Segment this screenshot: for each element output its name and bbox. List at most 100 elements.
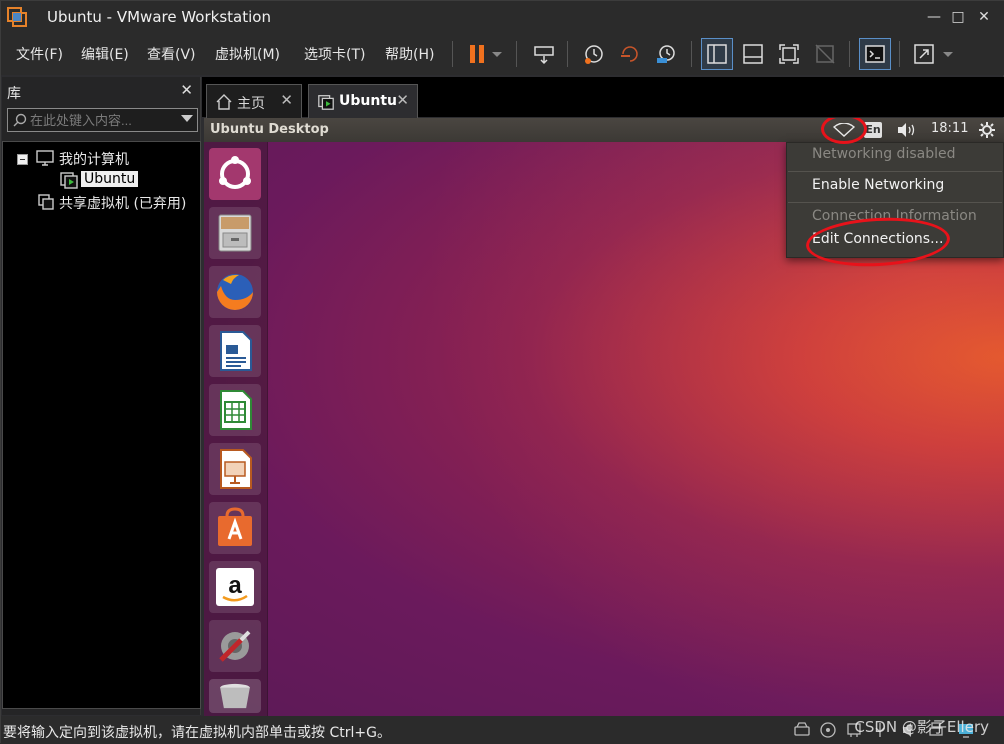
svg-text:a: a bbox=[228, 572, 242, 599]
toolbar-separator bbox=[849, 41, 850, 67]
system-settings-icon bbox=[219, 630, 251, 662]
library-panel: 库 ✕ 我的计算机 Ubuntu 共享虚拟机 (已弃用) bbox=[2, 77, 201, 715]
clock[interactable]: 18:11 bbox=[931, 121, 968, 139]
tab-home-close-icon[interactable]: ✕ bbox=[280, 91, 293, 109]
networking-disabled-label: Networking disabled bbox=[812, 146, 956, 162]
fullscreen-icon bbox=[779, 44, 799, 64]
unity-button[interactable] bbox=[810, 39, 840, 69]
revert-snapshot-button[interactable] bbox=[615, 39, 645, 69]
library-search[interactable] bbox=[7, 108, 198, 132]
search-icon bbox=[13, 113, 27, 127]
snapshot-manager-button[interactable] bbox=[651, 39, 681, 69]
close-library-button[interactable]: ✕ bbox=[180, 81, 193, 99]
library-header: 库 ✕ bbox=[2, 77, 201, 105]
home-icon bbox=[216, 94, 232, 110]
ubuntu-software-icon bbox=[218, 507, 252, 546]
volume-icon[interactable] bbox=[896, 122, 918, 138]
ubuntu-top-panel: Ubuntu Desktop En 18:11 bbox=[204, 118, 1004, 142]
toolbar-separator bbox=[691, 41, 692, 67]
title-bar: Ubuntu - VMware Workstation — □ ✕ bbox=[1, 1, 1004, 33]
guest-window-title: Ubuntu Desktop bbox=[210, 122, 329, 137]
toolbar-separator bbox=[899, 41, 900, 67]
trash-icon bbox=[220, 683, 250, 709]
snapshot-button[interactable] bbox=[579, 39, 609, 69]
unity-launcher: a bbox=[204, 142, 268, 716]
console-view-button[interactable] bbox=[859, 38, 891, 70]
menu-separator bbox=[788, 171, 1002, 172]
snapshot-manager-icon bbox=[657, 45, 675, 63]
guest-desktop[interactable]: Ubuntu Desktop En 18:11 a Networking dis… bbox=[204, 118, 1004, 716]
tab-ubuntu-close-icon[interactable]: ✕ bbox=[396, 91, 409, 109]
send-ctrl-alt-del-button[interactable] bbox=[529, 39, 559, 69]
amazon-icon: a bbox=[216, 568, 254, 606]
launcher-writer[interactable] bbox=[209, 325, 261, 377]
launcher-software[interactable] bbox=[209, 502, 261, 554]
launcher-firefox[interactable] bbox=[209, 266, 261, 318]
search-dropdown-icon[interactable] bbox=[181, 115, 193, 122]
libreoffice-writer-icon bbox=[220, 331, 252, 371]
library-search-input[interactable] bbox=[30, 111, 170, 129]
csdn-watermark: CSDN @影子Ellery bbox=[854, 718, 989, 736]
status-message: 要将输入定向到该虚拟机，请在虚拟机内部单击或按 Ctrl+G。 bbox=[3, 725, 391, 741]
cd-dvd-icon[interactable] bbox=[819, 721, 837, 739]
menu-vm[interactable]: 虚拟机(M) bbox=[215, 44, 280, 64]
revert-snapshot-icon bbox=[621, 46, 638, 62]
ubuntu-logo-icon bbox=[219, 156, 251, 189]
enable-networking-item[interactable]: Enable Networking bbox=[812, 177, 944, 193]
launcher-calc[interactable] bbox=[209, 384, 261, 436]
settings-gear-icon[interactable] bbox=[978, 121, 996, 139]
launcher-amazon[interactable]: a bbox=[209, 561, 261, 613]
launcher-trash[interactable] bbox=[209, 679, 261, 713]
libreoffice-calc-icon bbox=[220, 390, 252, 430]
menu-file[interactable]: 文件(F) bbox=[16, 44, 63, 64]
menu-bar: 文件(F) 编辑(E) 查看(V) 虚拟机(M) 选项卡(T) 帮助(H) bbox=[1, 33, 1004, 75]
libreoffice-impress-icon bbox=[220, 449, 252, 489]
snapshot-clock-icon bbox=[585, 45, 603, 64]
unity-disabled-icon bbox=[815, 44, 835, 64]
pause-icon bbox=[470, 45, 484, 63]
thumbnail-layout-icon bbox=[743, 44, 763, 64]
toolbar-separator bbox=[516, 41, 517, 67]
window-title: Ubuntu - VMware Workstation bbox=[47, 8, 271, 26]
hard-disk-icon[interactable] bbox=[793, 721, 811, 739]
stretch-icon bbox=[914, 44, 934, 64]
tab-ubuntu-label: Ubuntu bbox=[339, 93, 397, 109]
stretch-dropdown-button[interactable] bbox=[939, 39, 957, 69]
keyboard-send-icon bbox=[534, 46, 554, 65]
tab-home-label: 主页 bbox=[237, 96, 265, 112]
toolbar-separator bbox=[452, 41, 453, 67]
full-screen-button[interactable] bbox=[774, 39, 804, 69]
show-thumbnail-bar-button[interactable] bbox=[738, 39, 768, 69]
vm-tree: 我的计算机 Ubuntu 共享虚拟机 (已弃用) bbox=[2, 141, 201, 709]
stretch-guest-button[interactable] bbox=[909, 39, 939, 69]
menu-tabs[interactable]: 选项卡(T) bbox=[304, 44, 365, 64]
tree-shared-vms[interactable]: 共享虚拟机 (已弃用) bbox=[59, 193, 186, 213]
tab-home[interactable]: 主页 ✕ bbox=[206, 84, 302, 118]
tree-my-computer[interactable]: 我的计算机 bbox=[59, 149, 129, 169]
tree-vm-ubuntu[interactable]: Ubuntu bbox=[81, 171, 139, 187]
menu-edit[interactable]: 编辑(E) bbox=[81, 44, 129, 64]
launcher-impress[interactable] bbox=[209, 443, 261, 495]
tab-bar: 主页 ✕ Ubuntu ✕ bbox=[202, 77, 1004, 118]
vmware-window: Ubuntu - VMware Workstation — □ ✕ 文件(F) … bbox=[0, 0, 1004, 744]
status-bar: 要将输入定向到该虚拟机，请在虚拟机内部单击或按 Ctrl+G。 CSDN @影子… bbox=[1, 716, 1004, 744]
chevron-down-icon bbox=[492, 52, 502, 57]
launcher-files[interactable] bbox=[209, 207, 261, 259]
sidebar-layout-icon bbox=[707, 44, 727, 64]
file-cabinet-icon bbox=[218, 214, 252, 252]
launcher-settings[interactable] bbox=[209, 620, 261, 672]
firefox-icon bbox=[217, 274, 253, 310]
power-dropdown-button[interactable] bbox=[488, 39, 506, 69]
collapse-toggle[interactable] bbox=[17, 154, 28, 165]
computer-icon bbox=[36, 150, 54, 166]
launcher-dash[interactable] bbox=[209, 148, 261, 200]
tab-ubuntu[interactable]: Ubuntu ✕ bbox=[308, 84, 418, 118]
vmware-logo-icon bbox=[7, 7, 27, 27]
show-library-button[interactable] bbox=[701, 38, 733, 70]
library-title: 库 bbox=[7, 86, 21, 102]
terminal-icon bbox=[865, 45, 885, 63]
menu-view[interactable]: 查看(V) bbox=[147, 44, 196, 64]
close-window-button[interactable]: ✕ bbox=[967, 5, 1001, 29]
menu-help[interactable]: 帮助(H) bbox=[385, 44, 434, 64]
vm-running-icon bbox=[60, 172, 78, 189]
